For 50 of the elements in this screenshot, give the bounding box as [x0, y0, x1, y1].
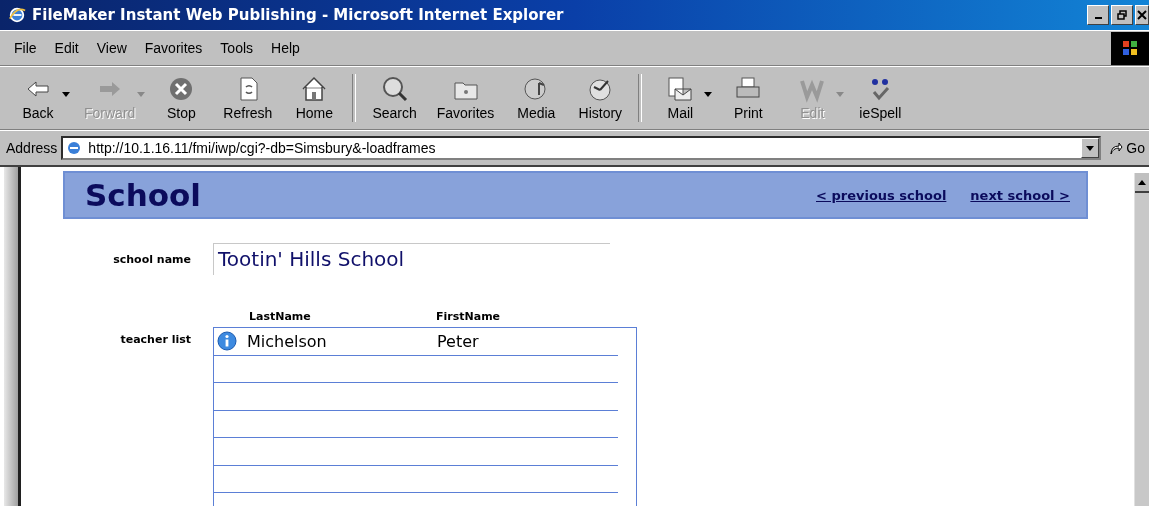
- minimize-button[interactable]: [1087, 5, 1109, 25]
- menu-item[interactable]: Tools: [214, 38, 260, 58]
- restore-button[interactable]: [1111, 5, 1133, 25]
- browser-logo-icon: [8, 6, 26, 24]
- table-cell: Peter: [437, 331, 479, 351]
- field-label: school name: [112, 252, 192, 266]
- arrow-icon: [1109, 141, 1124, 155]
- scroll-bar[interactable]: [1134, 173, 1149, 506]
- caret-icon[interactable]: [704, 92, 713, 97]
- menu-item[interactable]: File: [8, 38, 43, 58]
- close-icon: [1137, 10, 1147, 20]
- menu-item[interactable]: Favorites: [138, 38, 209, 58]
- school-name-field[interactable]: Tootin' Hills School: [213, 243, 610, 275]
- toolbar-button[interactable]: Favorites: [430, 70, 501, 126]
- column-header: FirstName: [436, 309, 501, 323]
- table-cell-text: Michelson: [247, 331, 328, 351]
- go-button[interactable]: Go: [1105, 140, 1149, 156]
- up-arrow-icon: [1138, 179, 1146, 185]
- toolbar-button[interactable]: Back: [10, 70, 66, 126]
- windows-logo-icon: [1111, 31, 1149, 65]
- field-label: teacher list: [119, 332, 192, 348]
- window-title: FileMaker Instant Web Publishing - Microsoft Internet Explorer: [32, 6, 564, 24]
- column-header: LastName: [249, 309, 312, 323]
- page-title: School: [85, 177, 201, 213]
- close-button[interactable]: [1135, 5, 1149, 25]
- scroll-up-button[interactable]: [1135, 173, 1149, 193]
- toolbar-button[interactable]: Home: [286, 70, 343, 126]
- previous-link[interactable]: < previous school: [816, 187, 947, 203]
- toolbar-button[interactable]: ieSpell: [852, 70, 909, 126]
- toolbar-button[interactable]: Print: [720, 70, 777, 126]
- search-icon: [380, 75, 409, 103]
- dropdown-button[interactable]: [1081, 138, 1100, 158]
- mail-icon: [666, 75, 695, 103]
- address-field[interactable]: http://10.1.16.11/fmi/iwp/cgi?-db=Simsbury&-loadframes: [61, 136, 1102, 160]
- address-label: Address: [6, 140, 58, 156]
- next-link[interactable]: next school >: [970, 187, 1070, 203]
- minimize-icon: [1094, 17, 1102, 19]
- restore-icon: [1117, 10, 1127, 20]
- toolbar-button[interactable]: History: [572, 70, 629, 126]
- toolbar-button[interactable]: Mail: [652, 70, 709, 126]
- toolbar-button[interactable]: Refresh: [217, 70, 279, 126]
- caret-icon[interactable]: [62, 92, 70, 97]
- toolbar-button[interactable]: Stop: [153, 70, 210, 126]
- toolbar-button[interactable]: Search: [366, 70, 423, 126]
- info-icon[interactable]: [217, 331, 237, 352]
- menu-item[interactable]: Edit: [48, 38, 85, 58]
- menu-item[interactable]: View: [90, 38, 133, 58]
- caret-icon: [1086, 145, 1095, 151]
- menu-item[interactable]: Help: [265, 38, 306, 58]
- toolbar-button[interactable]: Media: [508, 70, 565, 126]
